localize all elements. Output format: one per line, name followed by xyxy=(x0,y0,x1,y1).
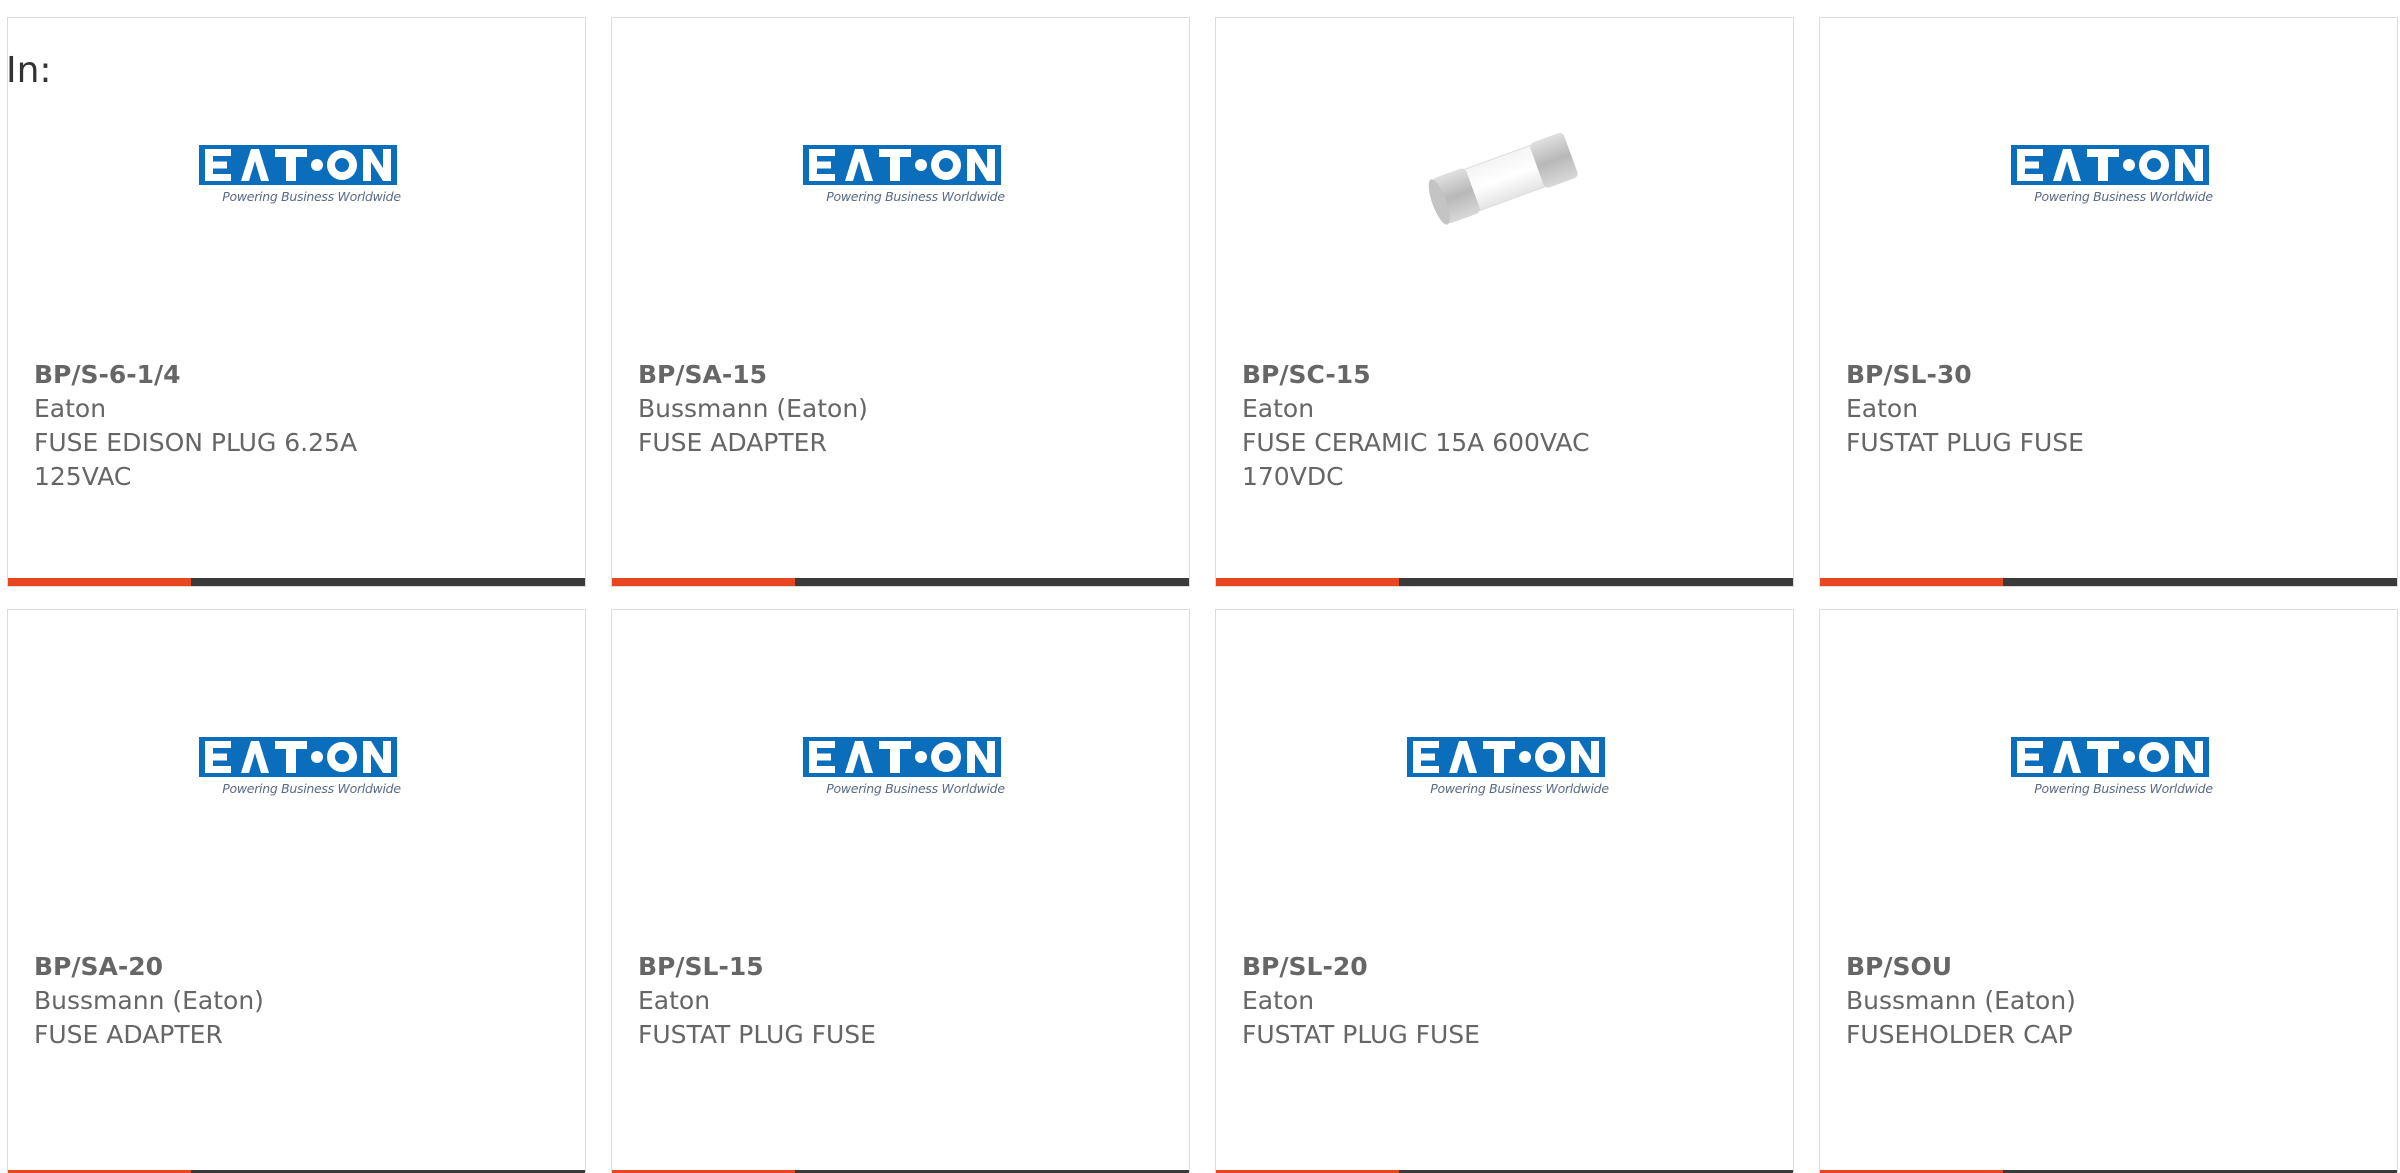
product-grid: Powering Business Worldwide BP/S-6-1/4 Ea… xyxy=(7,17,2398,1173)
eaton-wordmark-icon xyxy=(1406,737,1605,777)
manufacturer-name: Bussmann (Eaton) xyxy=(638,394,868,423)
eaton-wordmark-icon xyxy=(802,737,1001,777)
product-description: FUSEHOLDER CAP xyxy=(1846,1020,2073,1049)
product-results-page: In: Powering Business Worldwide BP/S-6-1… xyxy=(0,0,2400,1173)
card-bottom-bar xyxy=(1216,578,1793,586)
eaton-wordmark-icon xyxy=(198,145,397,185)
product-description: FUSE CERAMIC 15A 600VAC 170VDC xyxy=(1242,428,1590,491)
product-card[interactable]: Powering Business Worldwide BP/SA-20 Buss… xyxy=(7,609,586,1173)
eaton-wordmark-icon xyxy=(2010,145,2209,185)
cartridge-fuse-image xyxy=(1405,78,1605,278)
product-info: BP/SL-15 Eaton FUSTAT PLUG FUSE xyxy=(638,950,1163,1052)
card-accent-bar xyxy=(1216,578,1399,586)
eaton-wordmark-icon xyxy=(2010,737,2209,777)
part-number-link[interactable]: BP/S-6-1/4 xyxy=(34,358,559,392)
product-description: FUSE ADAPTER xyxy=(638,428,827,457)
card-accent-bar xyxy=(1820,578,2003,586)
eaton-logo: Powering Business Worldwide xyxy=(195,143,401,213)
manufacturer-name: Bussmann (Eaton) xyxy=(34,986,264,1015)
card-accent-bar xyxy=(612,578,795,586)
product-card[interactable]: Powering Business Worldwide BP/SL-15 Eato… xyxy=(611,609,1190,1173)
eaton-logo: Powering Business Worldwide xyxy=(799,735,1005,805)
manufacturer-name: Bussmann (Eaton) xyxy=(1846,986,2076,1015)
manufacturer-name: Eaton xyxy=(638,986,711,1015)
product-info: BP/SA-20 Bussmann (Eaton) FUSE ADAPTER xyxy=(34,950,559,1052)
eaton-logo: Powering Business Worldwide xyxy=(195,735,401,805)
manufacturer-name: Eaton xyxy=(1242,394,1315,423)
eaton-tagline: Powering Business Worldwide xyxy=(222,781,401,796)
part-number-link[interactable]: BP/SL-30 xyxy=(1846,358,2371,392)
eaton-logo: Powering Business Worldwide xyxy=(2007,735,2213,805)
card-bottom-bar xyxy=(612,578,1189,586)
part-number-link[interactable]: BP/SC-15 xyxy=(1242,358,1767,392)
eaton-tagline: Powering Business Worldwide xyxy=(826,189,1005,204)
product-card[interactable]: Powering Business Worldwide BP/SA-15 Buss… xyxy=(611,17,1190,587)
part-number-link[interactable]: BP/SA-15 xyxy=(638,358,1163,392)
product-description: FUSE ADAPTER xyxy=(34,1020,223,1049)
eaton-tagline: Powering Business Worldwide xyxy=(222,189,401,204)
product-info: BP/SL-20 Eaton FUSTAT PLUG FUSE xyxy=(1242,950,1767,1052)
part-number-link[interactable]: BP/SOU xyxy=(1846,950,2371,984)
product-description: FUSTAT PLUG FUSE xyxy=(1846,428,2084,457)
eaton-tagline: Powering Business Worldwide xyxy=(1430,781,1609,796)
eaton-logo: Powering Business Worldwide xyxy=(799,143,1005,213)
eaton-logo: Powering Business Worldwide xyxy=(1403,735,1609,805)
product-info: BP/SC-15 Eaton FUSE CERAMIC 15A 600VAC 170… xyxy=(1242,358,1767,494)
part-number-link[interactable]: BP/SA-20 xyxy=(34,950,559,984)
eaton-tagline: Powering Business Worldwide xyxy=(2034,781,2213,796)
card-bottom-bar xyxy=(1820,578,2397,586)
product-image[interactable]: Powering Business Worldwide xyxy=(1216,670,1793,870)
product-image[interactable]: Powering Business Worldwide xyxy=(8,670,585,870)
product-card[interactable]: Powering Business Worldwide BP/SL-20 Eato… xyxy=(1215,609,1794,1173)
product-description: FUSTAT PLUG FUSE xyxy=(638,1020,876,1049)
product-info: BP/S-6-1/4 Eaton FUSE EDISON PLUG 6.25A 12… xyxy=(34,358,559,494)
product-card[interactable]: BP/SC-15 Eaton FUSE CERAMIC 15A 600VAC 170… xyxy=(1215,17,1794,587)
product-description: FUSTAT PLUG FUSE xyxy=(1242,1020,1480,1049)
eaton-wordmark-icon xyxy=(198,737,397,777)
product-image[interactable] xyxy=(1216,78,1793,278)
product-info: BP/SL-30 Eaton FUSTAT PLUG FUSE xyxy=(1846,358,2371,460)
part-number-link[interactable]: BP/SL-15 xyxy=(638,950,1163,984)
cartridge-fuse-icon xyxy=(1428,132,1578,225)
part-number-link[interactable]: BP/SL-20 xyxy=(1242,950,1767,984)
product-card[interactable]: Powering Business Worldwide BP/SOU Bussma… xyxy=(1819,609,2398,1173)
product-info: BP/SA-15 Bussmann (Eaton) FUSE ADAPTER xyxy=(638,358,1163,460)
eaton-logo: Powering Business Worldwide xyxy=(2007,143,2213,213)
card-bottom-bar xyxy=(8,578,585,586)
manufacturer-name: Eaton xyxy=(1846,394,1919,423)
manufacturer-name: Eaton xyxy=(1242,986,1315,1015)
product-description: FUSE EDISON PLUG 6.25A 125VAC xyxy=(34,428,358,491)
product-image[interactable]: Powering Business Worldwide xyxy=(1820,670,2397,870)
manufacturer-name: Eaton xyxy=(34,394,107,423)
product-image[interactable]: Powering Business Worldwide xyxy=(8,78,585,278)
product-image[interactable]: Powering Business Worldwide xyxy=(612,78,1189,278)
filter-label: In: xyxy=(6,50,52,91)
card-accent-bar xyxy=(8,578,191,586)
product-info: BP/SOU Bussmann (Eaton) FUSEHOLDER CAP xyxy=(1846,950,2371,1052)
eaton-wordmark-icon xyxy=(802,145,1001,185)
product-card[interactable]: Powering Business Worldwide BP/S-6-1/4 Ea… xyxy=(7,17,586,587)
product-image[interactable]: Powering Business Worldwide xyxy=(612,670,1189,870)
product-image[interactable]: Powering Business Worldwide xyxy=(1820,78,2397,278)
product-card[interactable]: Powering Business Worldwide BP/SL-30 Eato… xyxy=(1819,17,2398,587)
eaton-tagline: Powering Business Worldwide xyxy=(826,781,1005,796)
eaton-tagline: Powering Business Worldwide xyxy=(2034,189,2213,204)
